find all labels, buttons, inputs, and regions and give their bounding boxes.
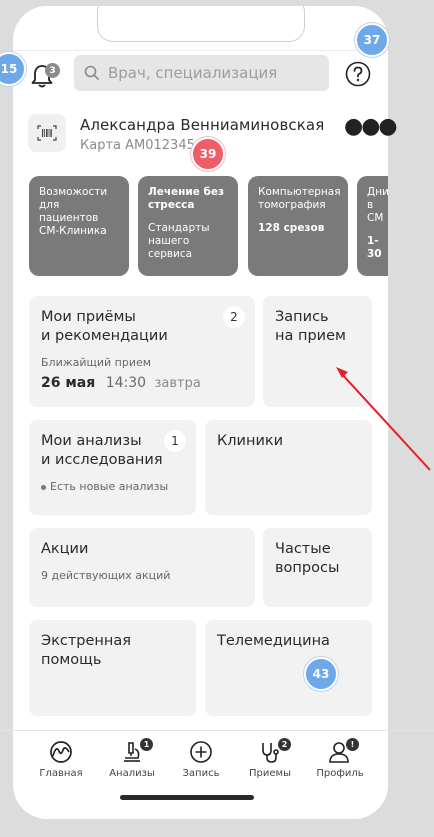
search-bar[interactable] xyxy=(74,55,329,91)
nav-home[interactable]: Главная xyxy=(27,738,95,779)
appointment-time: 14:30 xyxy=(105,375,147,391)
analyses-count-badge: 1 xyxy=(164,430,186,452)
tile-title: Запись на прием xyxy=(275,309,346,344)
tile-title: Акции xyxy=(41,541,89,557)
tile-emergency[interactable]: Экстренная помощь xyxy=(29,620,196,716)
story-subtitle: Стандарты нашего сервиса xyxy=(148,222,210,260)
device-notch xyxy=(97,6,305,42)
appointment-date: 26 мая xyxy=(41,375,96,391)
nav-profile[interactable]: ! Профиль xyxy=(306,738,374,779)
promotions-note: 9 действующих акций xyxy=(41,569,171,582)
story-card-days[interactable]: Дни в СМ 1-30 xyxy=(357,176,388,276)
tile-promotions[interactable]: Акции 9 действующих акций xyxy=(29,528,255,607)
appointments-count-badge: 2 xyxy=(223,306,245,328)
appointments-badge: 2 xyxy=(278,738,291,751)
story-title: Дни в СМ xyxy=(367,186,388,224)
tile-telemedicine[interactable]: Телемедицина xyxy=(205,620,372,716)
marker-37: 37 xyxy=(355,23,389,57)
next-appointment-label: Ближайщий прием xyxy=(41,356,152,369)
analyses-badge: 1 xyxy=(140,738,153,751)
tile-my-analyses[interactable]: Мои анализы и исследования 1 Есть новые … xyxy=(29,420,196,515)
barcode-button[interactable] xyxy=(28,114,66,152)
story-card-tomography[interactable]: Компьютерная томография 128 срезов xyxy=(248,176,348,276)
tile-title: Мои анализы и исследования xyxy=(41,433,163,468)
story-card-no-stress[interactable]: Лечение без стресса Стандарты нашего сер… xyxy=(138,176,238,276)
nav-label: Главная xyxy=(39,768,83,779)
story-title: Компьютерная томография xyxy=(258,186,341,211)
story-subtitle: 1-30 xyxy=(367,235,382,260)
search-icon xyxy=(84,65,100,81)
nav-label: Профиль xyxy=(316,768,364,779)
search-input[interactable] xyxy=(108,64,328,82)
nav-divider xyxy=(0,730,434,731)
tile-title: Клиники xyxy=(217,433,284,449)
story-subtitle: 128 срезов xyxy=(258,222,325,234)
marker-43: 43 xyxy=(304,657,338,691)
story-card-opportunities[interactable]: Возможости для пациентов СМ-Клиника xyxy=(29,176,129,276)
nav-booking[interactable]: Запись xyxy=(167,738,235,779)
top-divider xyxy=(13,50,388,51)
dot-icon xyxy=(41,484,46,490)
help-icon[interactable] xyxy=(345,61,371,87)
more-options-icon[interactable]: ●●● xyxy=(344,114,398,139)
tile-faq[interactable]: Частые вопросы xyxy=(263,528,372,607)
plus-circle-icon xyxy=(190,741,212,763)
tile-title: Мои приёмы и рекомендации xyxy=(41,309,168,344)
story-title: Лечение без стресса xyxy=(148,186,225,211)
nav-label: Приемы xyxy=(249,768,291,779)
notification-count-badge: 3 xyxy=(45,63,60,78)
appointment-day: завтра xyxy=(154,376,201,391)
barcode-icon xyxy=(37,125,57,141)
note-text: Есть новые анализы xyxy=(50,480,169,493)
nav-label: Запись xyxy=(182,768,220,779)
tile-title: Экстренная помощь xyxy=(41,633,131,668)
tile-my-appointments[interactable]: Мои приёмы и рекомендации 2 Ближайщий пр… xyxy=(29,296,255,407)
tile-title: Частые вопросы xyxy=(275,541,340,576)
tile-clinics[interactable]: Клиники xyxy=(205,420,372,515)
nav-analyses[interactable]: 1 Анализы xyxy=(98,738,166,779)
nav-appointments[interactable]: 2 Приемы xyxy=(236,738,304,779)
tile-title: Телемедицина xyxy=(217,633,330,649)
user-name: Александра Венниаминовская xyxy=(80,116,325,134)
profile-badge: ! xyxy=(346,738,359,751)
story-title: Возможости для пациентов СМ-Клиника xyxy=(39,186,108,237)
home-indicator[interactable] xyxy=(120,795,254,800)
new-analyses-note: Есть новые анализы xyxy=(41,480,184,493)
tile-booking[interactable]: Запись на прием xyxy=(263,296,372,407)
home-logo-icon xyxy=(50,741,72,763)
card-number: Карта АМ012345 xyxy=(80,138,195,153)
nav-label: Анализы xyxy=(109,768,155,779)
marker-39: 39 xyxy=(191,137,225,171)
next-appointment: 26 мая 14:30 завтра xyxy=(41,375,243,391)
